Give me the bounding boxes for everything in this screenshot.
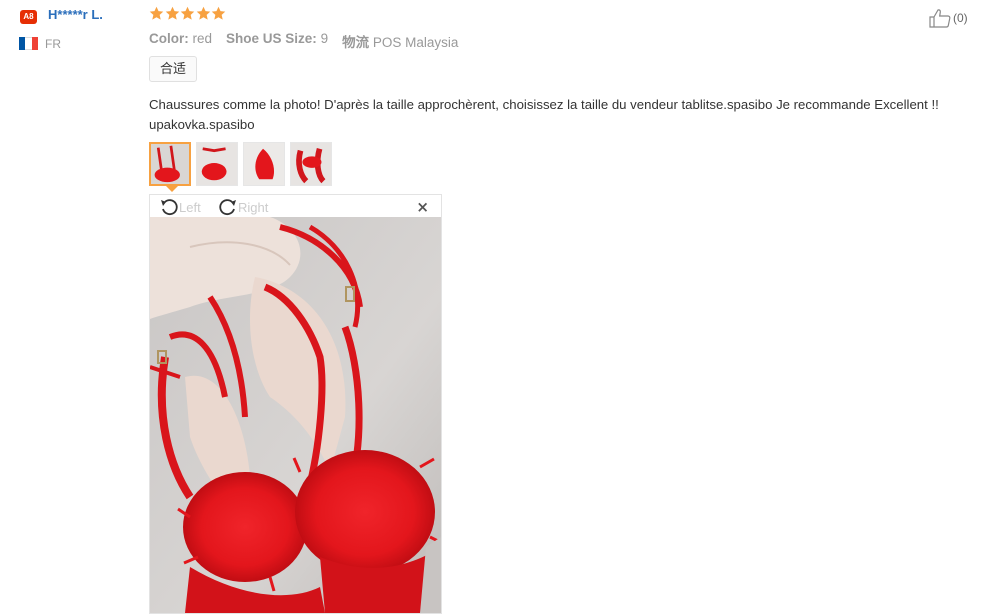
fit-tag: 合适 (149, 56, 198, 82)
review-photo-thumbnail[interactable] (290, 142, 332, 186)
rotate-left-button[interactable]: Left (159, 197, 201, 217)
thumbs-up-icon (929, 9, 951, 28)
helpful-count: (0) (953, 11, 968, 25)
buyer-name: H*****r L. (48, 7, 103, 22)
photo-viewer: Left Right × (149, 194, 442, 614)
active-thumbnail-pointer (166, 186, 178, 192)
rotate-right-button[interactable]: Right (218, 197, 268, 217)
star-icon (196, 6, 210, 20)
color-attribute: Color: red (149, 31, 213, 46)
review-photo-thumbnail[interactable] (196, 142, 238, 186)
order-attributes: Color: red Shoe US Size: 9 物流 POS Malays… (149, 31, 458, 51)
star-icon (211, 6, 226, 20)
star-icon (180, 6, 195, 20)
review-photo-thumbnail[interactable] (149, 142, 191, 186)
rotate-right-icon (219, 199, 236, 216)
review-photo-thumbnails (149, 142, 332, 186)
close-viewer-button[interactable]: × (416, 198, 429, 216)
buyer-country: FR (45, 37, 61, 51)
logistics-attribute: 物流 POS Malaysia (342, 35, 459, 50)
buyer-level-badge: A8 (20, 10, 37, 24)
review-photo (150, 217, 441, 613)
france-flag-icon (19, 37, 38, 50)
size-attribute: Shoe US Size: 9 (226, 31, 329, 46)
rotate-left-icon (161, 199, 178, 216)
viewer-toolbar: Left Right × (150, 195, 441, 217)
star-icon (149, 6, 164, 20)
review-photo-thumbnail[interactable] (243, 142, 285, 186)
helpful-button[interactable]: (0) (929, 8, 968, 28)
review-text: Chaussures comme la photo! D'après la ta… (149, 97, 939, 132)
star-icon (165, 6, 179, 20)
star-rating (149, 6, 227, 21)
